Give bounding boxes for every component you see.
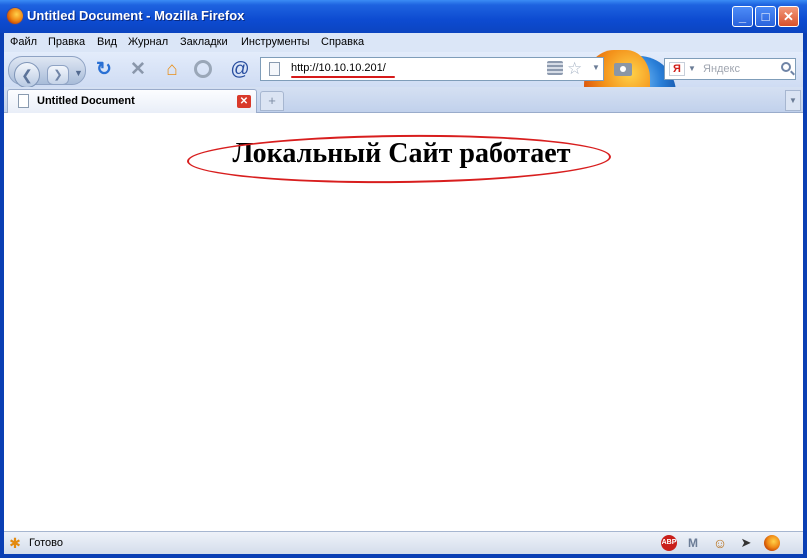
history-dropdown[interactable]: ▼ bbox=[74, 68, 83, 78]
tab-list-dropdown[interactable]: ▼ bbox=[785, 90, 801, 111]
close-tab-icon[interactable]: ✕ bbox=[237, 95, 251, 108]
page-content: Локальный Сайт работает bbox=[4, 113, 803, 531]
smiley-icon[interactable]: ☺ bbox=[712, 535, 728, 551]
url-dropdown[interactable]: ▼ bbox=[592, 63, 600, 72]
spiral-addon-icon[interactable]: @ bbox=[228, 58, 252, 82]
stop-icon[interactable]: ✕ bbox=[126, 58, 150, 82]
browser-client: Файл Правка Вид Журнал Закладки Инструме… bbox=[4, 33, 803, 554]
status-fox-icon: ✱ bbox=[9, 535, 21, 551]
forward-icon: ❯ bbox=[53, 69, 63, 81]
navigation-toolbar: ❮ ❯ ▼ ↻ ✕ ⌂ @ http://10.10.10.201/ ☆ ▼ Я… bbox=[4, 50, 803, 130]
firefox-status-icon[interactable] bbox=[764, 535, 780, 551]
menu-file[interactable]: Файл bbox=[10, 36, 37, 48]
menu-help[interactable]: Справка bbox=[321, 36, 364, 48]
tab-strip: Untitled Document ✕ + ▼ bbox=[4, 87, 803, 113]
menu-view[interactable]: Вид bbox=[97, 36, 117, 48]
status-bar: ✱ Готово ABP M ☺ ➤ bbox=[4, 531, 803, 554]
cursor-icon[interactable]: ➤ bbox=[738, 535, 754, 551]
gmail-icon[interactable]: M bbox=[685, 535, 701, 551]
camera-icon[interactable] bbox=[614, 63, 632, 76]
back-forward-group: ❮ ❯ ▼ bbox=[8, 56, 86, 88]
menu-edit[interactable]: Правка bbox=[48, 36, 85, 48]
search-engine-dropdown[interactable]: ▼ bbox=[688, 64, 696, 73]
address-bar[interactable]: http://10.10.10.201/ ☆ ▼ bbox=[260, 57, 604, 81]
browser-window: Untitled Document - Mozilla Firefox _ □ … bbox=[0, 0, 807, 558]
url-annotation-underline bbox=[291, 76, 395, 78]
close-window-button[interactable]: ✕ bbox=[778, 6, 799, 27]
rss-icon[interactable] bbox=[547, 61, 563, 75]
home-icon[interactable]: ⌂ bbox=[160, 58, 184, 82]
bookmark-star-icon[interactable]: ☆ bbox=[567, 58, 582, 80]
forward-button[interactable]: ❯ bbox=[47, 65, 69, 85]
firefox-icon bbox=[7, 8, 23, 24]
reload-icon[interactable]: ↻ bbox=[92, 58, 116, 82]
page-icon bbox=[269, 62, 280, 76]
maximize-button[interactable]: □ bbox=[755, 6, 776, 27]
menu-bookmarks[interactable]: Закладки bbox=[180, 36, 228, 48]
search-input[interactable]: Яндекс bbox=[703, 63, 740, 75]
adblock-icon[interactable]: ABP bbox=[661, 535, 677, 551]
tab-label: Untitled Document bbox=[37, 95, 135, 107]
search-icon[interactable] bbox=[781, 62, 791, 72]
back-button[interactable]: ❮ bbox=[14, 62, 40, 88]
status-text: Готово bbox=[29, 537, 63, 549]
document-icon bbox=[18, 94, 29, 108]
menu-history[interactable]: Журнал bbox=[128, 36, 168, 48]
title-bar[interactable]: Untitled Document - Mozilla Firefox _ □ … bbox=[0, 0, 807, 33]
minimize-button[interactable]: _ bbox=[732, 6, 753, 27]
tab-untitled-document[interactable]: Untitled Document ✕ bbox=[7, 89, 257, 113]
new-tab-button[interactable]: + bbox=[260, 91, 284, 111]
window-title: Untitled Document - Mozilla Firefox bbox=[27, 8, 245, 23]
menu-tools[interactable]: Инструменты bbox=[241, 36, 310, 48]
addon-icon[interactable] bbox=[192, 58, 216, 82]
search-engine-icon[interactable]: Я bbox=[669, 62, 685, 76]
back-icon: ❮ bbox=[21, 67, 33, 83]
search-bar[interactable]: Я ▼ Яндекс bbox=[664, 58, 796, 80]
url-text[interactable]: http://10.10.10.201/ bbox=[291, 62, 386, 74]
